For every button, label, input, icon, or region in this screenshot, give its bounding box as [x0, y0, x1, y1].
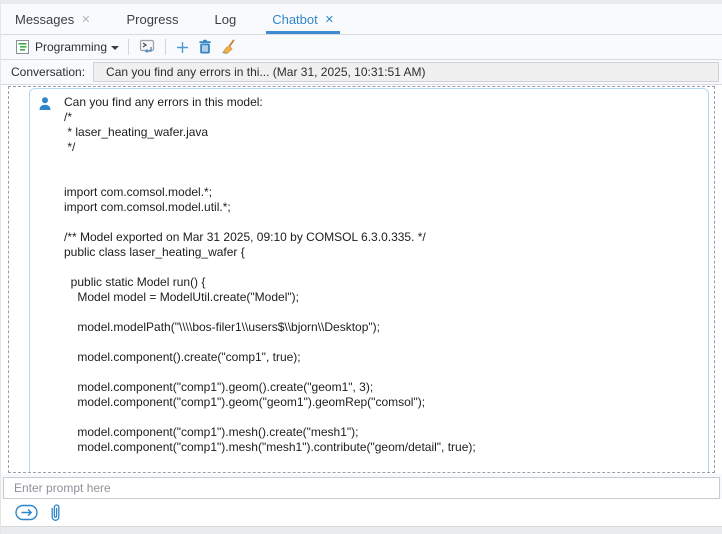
tab-log-label: Log: [215, 12, 237, 27]
prompt-action-row: [1, 499, 722, 526]
programming-mode-dropdown[interactable]: Programming: [11, 37, 123, 57]
toolbar-separator: [165, 39, 166, 55]
tab-log[interactable]: Log: [215, 4, 237, 34]
send-button[interactable]: [15, 504, 39, 521]
prompt-input[interactable]: Enter prompt here: [3, 477, 720, 499]
toolbar-separator: [128, 39, 129, 55]
chatbot-panel: Messages ✕ Progress Log Chatbot ✕ Prog: [0, 0, 722, 534]
chevron-down-icon: [111, 46, 119, 50]
new-conversation-button[interactable]: [171, 37, 194, 57]
chat-focus-border: Can you find any errors in this model: /…: [8, 86, 715, 473]
tab-chatbot-label: Chatbot: [272, 12, 318, 27]
avatar: [37, 95, 64, 473]
conversation-select[interactable]: Can you find any errors in thi... (Mar 3…: [93, 62, 719, 82]
add-conversation-icon: [175, 40, 190, 55]
attach-paperclip-icon[interactable]: [49, 503, 62, 523]
clear-conversation-button[interactable]: [216, 37, 240, 57]
run-in-console-icon: [138, 39, 156, 55]
delete-conversation-button[interactable]: [194, 37, 216, 57]
conversation-label: Conversation:: [11, 65, 85, 79]
close-icon[interactable]: ✕: [325, 13, 334, 26]
tab-progress[interactable]: Progress: [126, 4, 178, 34]
panel-bottom-strip: [1, 526, 722, 534]
close-icon[interactable]: ✕: [81, 13, 90, 26]
user-message-text: Can you find any errors in this model: /…: [64, 95, 700, 473]
tab-messages-label: Messages: [15, 12, 74, 27]
chat-history-area[interactable]: Can you find any errors in this model: /…: [1, 85, 722, 474]
user-person-icon: [37, 96, 53, 112]
tab-bar: Messages ✕ Progress Log Chatbot ✕: [1, 4, 722, 35]
run-in-console-button[interactable]: [134, 37, 160, 57]
mode-label: Programming: [35, 40, 107, 54]
delete-conversation-icon: [198, 39, 212, 55]
prompt-placeholder: Enter prompt here: [14, 481, 111, 495]
clear-conversation-broom-icon: [220, 39, 236, 55]
user-message-bubble: Can you find any errors in this model: /…: [29, 88, 709, 473]
conversation-selected-value: Can you find any errors in thi... (Mar 3…: [106, 65, 426, 79]
tab-progress-label: Progress: [126, 12, 178, 27]
conversation-row: Conversation: Can you find any errors in…: [1, 60, 722, 85]
programming-document-icon: [15, 39, 30, 55]
tab-messages[interactable]: Messages ✕: [15, 4, 90, 34]
chatbot-toolbar: Programming: [1, 35, 722, 60]
tab-chatbot[interactable]: Chatbot ✕: [272, 4, 334, 34]
